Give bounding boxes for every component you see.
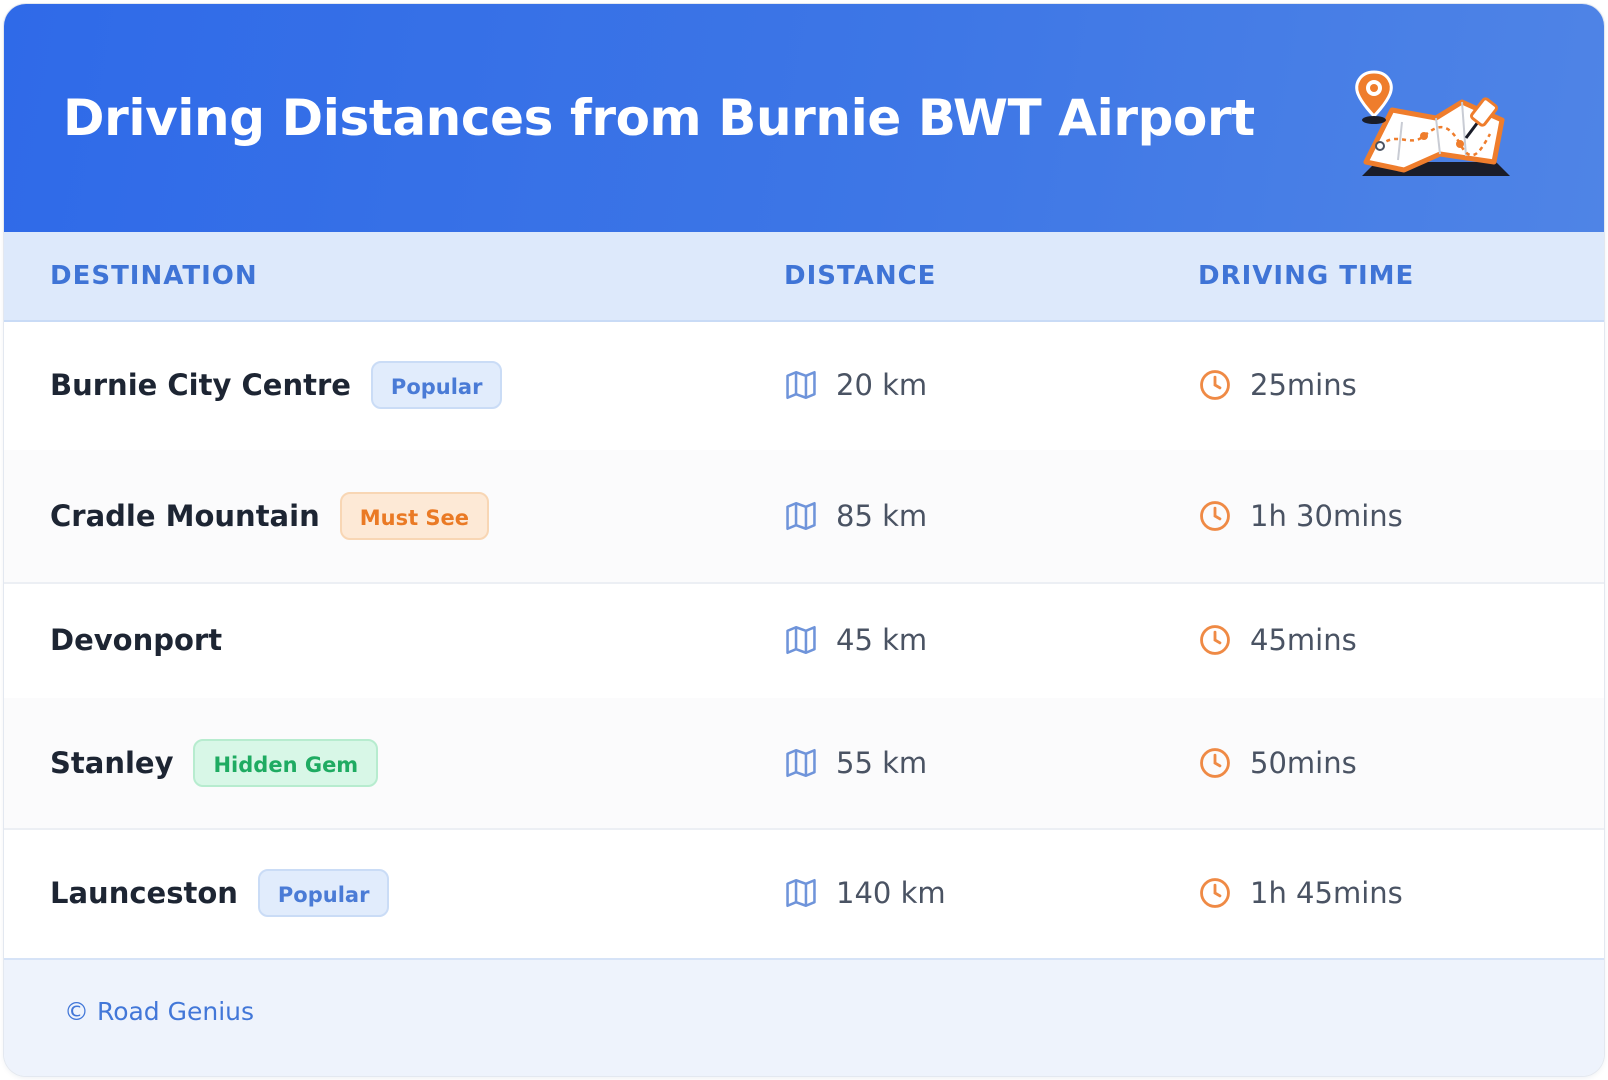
map-icon <box>786 625 816 655</box>
table-row: Burnie City Centre Popular 20 km 25mins <box>4 320 1604 452</box>
distance-cell: 20 km <box>784 320 927 450</box>
time-cell: 1h 30mins <box>1198 450 1403 582</box>
time-cell: 45mins <box>1198 582 1357 698</box>
copyright-text: © Road Genius <box>64 997 255 1026</box>
distance-cell: 140 km <box>784 828 946 958</box>
distance-cell: 55 km <box>784 698 927 828</box>
clock-icon <box>1200 370 1230 400</box>
destination-badge: Must See <box>339 492 490 540</box>
destination-cell: Launceston Popular <box>50 828 390 958</box>
time-value: 1h 45mins <box>1250 876 1403 910</box>
clock-icon <box>1200 878 1230 908</box>
map-icon <box>786 748 816 778</box>
distance-value: 45 km <box>836 623 928 657</box>
page-title: Driving Distances from Burnie BWT Airpor… <box>63 89 1255 147</box>
table-header: DESTINATION DISTANCE DRIVING TIME <box>4 232 1604 322</box>
table-row: Cradle Mountain Must See 85 km 1h 30mins <box>4 450 1604 584</box>
table-row: Devonport 45 km 45mins <box>4 582 1604 700</box>
time-value: 25mins <box>1250 368 1357 402</box>
destination-cell: Cradle Mountain Must See <box>50 450 490 582</box>
column-header-distance: DISTANCE <box>784 261 937 291</box>
destination-badge: Popular <box>370 361 503 409</box>
destination-name: Launceston <box>50 876 238 910</box>
destination-badge: Popular <box>257 869 390 917</box>
column-header-destination: DESTINATION <box>50 261 258 291</box>
table-row: Stanley Hidden Gem 55 km 50mins <box>4 698 1604 830</box>
time-cell: 1h 45mins <box>1198 828 1403 958</box>
distance-value: 85 km <box>836 499 928 533</box>
clock-icon <box>1200 501 1230 531</box>
destination-name: Cradle Mountain <box>50 499 320 533</box>
time-value: 1h 30mins <box>1250 499 1403 533</box>
table-row: Launceston Popular 140 km 1h 45mins <box>4 828 1604 960</box>
map-pin-illustration <box>1355 70 1510 176</box>
time-cell: 25mins <box>1198 320 1357 450</box>
distance-value: 20 km <box>836 368 928 402</box>
destination-cell: Stanley Hidden Gem <box>50 698 379 828</box>
map-icon <box>786 501 816 531</box>
destination-name: Burnie City Centre <box>50 368 351 402</box>
destination-cell: Burnie City Centre Popular <box>50 320 503 450</box>
distance-value: 140 km <box>836 876 946 910</box>
destination-name: Stanley <box>50 746 174 780</box>
map-icon <box>786 370 816 400</box>
time-value: 50mins <box>1250 746 1357 780</box>
card-footer: © Road Genius <box>4 958 1604 1076</box>
distance-cell: 45 km <box>784 582 927 698</box>
column-header-driving-time: DRIVING TIME <box>1198 261 1415 291</box>
clock-icon <box>1200 625 1230 655</box>
time-value: 45mins <box>1250 623 1357 657</box>
distance-card: Driving Distances from Burnie BWT Airpor… <box>4 4 1604 1076</box>
destination-badge: Hidden Gem <box>193 739 379 787</box>
card-header: Driving Distances from Burnie BWT Airpor… <box>4 4 1604 232</box>
destination-name: Devonport <box>50 623 223 657</box>
distance-cell: 85 km <box>784 450 927 582</box>
map-icon <box>786 878 816 908</box>
clock-icon <box>1200 748 1230 778</box>
destination-cell: Devonport <box>50 582 222 698</box>
distance-value: 55 km <box>836 746 928 780</box>
time-cell: 50mins <box>1198 698 1357 828</box>
